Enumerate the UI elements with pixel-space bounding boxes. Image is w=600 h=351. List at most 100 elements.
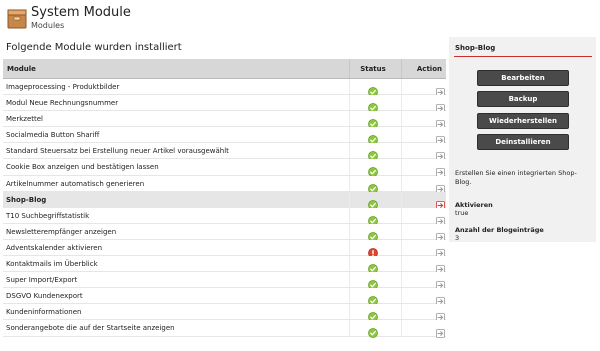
check-circle-icon <box>368 227 378 242</box>
table-row[interactable]: Newsletterempfänger anzeigen <box>3 223 446 242</box>
module-name: Shop-Blog <box>6 195 47 204</box>
module-name: Merkzettel <box>6 115 43 124</box>
arrow-right-icon[interactable] <box>436 130 445 146</box>
table-row[interactable]: Standard Steuersatz bei Erstellung neuer… <box>3 143 446 162</box>
arrow-right-icon[interactable] <box>436 323 445 339</box>
column-divider <box>349 191 350 207</box>
arrow-right-icon[interactable] <box>436 227 445 242</box>
arrow-right-icon[interactable] <box>436 259 445 274</box>
column-divider <box>401 159 402 175</box>
column-divider <box>349 320 350 336</box>
table-row[interactable]: Sonderangebote die auf der Startseite an… <box>3 320 446 339</box>
check-circle-icon <box>368 307 378 323</box>
arrow-right-icon[interactable] <box>436 98 445 113</box>
restore-button[interactable]: Wiederherstellen <box>477 113 569 129</box>
exclamation-circle-icon <box>368 243 378 258</box>
column-divider <box>401 79 402 95</box>
module-name: Sonderangebote die auf der Startseite an… <box>6 324 175 333</box>
table-row[interactable]: Adventskalender aktivieren <box>3 239 446 258</box>
table-row[interactable]: Kundeninformationen <box>3 304 446 323</box>
arrow-right-icon[interactable] <box>436 291 445 307</box>
column-divider <box>401 111 402 127</box>
arrow-right-icon[interactable] <box>436 275 445 291</box>
module-name: Artikelnummer automatisch generieren <box>6 179 145 188</box>
arrow-right-icon[interactable] <box>436 307 445 323</box>
column-divider <box>401 320 402 336</box>
check-circle-icon <box>368 259 378 274</box>
check-circle-icon <box>368 275 378 291</box>
check-circle-icon <box>368 211 378 226</box>
column-divider <box>401 143 402 159</box>
module-name: Kontaktmails im Überblick <box>6 260 98 269</box>
column-divider <box>401 256 402 272</box>
column-divider <box>349 272 350 288</box>
module-name: DSGVO Kundenexport <box>6 292 83 301</box>
column-divider <box>349 143 350 159</box>
edit-button[interactable]: Bearbeiten <box>477 70 569 86</box>
column-divider <box>349 127 350 143</box>
arrow-right-icon[interactable] <box>436 179 445 194</box>
column-divider <box>401 207 402 223</box>
table-row[interactable]: Merkzettel <box>3 111 446 130</box>
column-divider <box>401 288 402 304</box>
property-value-blog-count: 3 <box>455 234 460 242</box>
column-divider <box>349 79 350 95</box>
column-divider <box>349 223 350 239</box>
column-divider <box>401 272 402 288</box>
arrow-right-icon[interactable] <box>436 162 445 178</box>
module-name: Socialmedia Button Shariff <box>6 131 100 140</box>
page-title: System Module <box>31 5 131 20</box>
panel-title: Shop-Blog <box>455 44 496 52</box>
table-row[interactable]: Cookie Box anzeigen und bestätigen lasse… <box>3 159 446 178</box>
table-row[interactable]: Kontaktmails im Überblick <box>3 256 446 274</box>
column-header-action: Action <box>416 65 442 73</box>
column-divider <box>349 95 350 111</box>
column-divider <box>401 175 402 191</box>
column-divider <box>401 191 402 207</box>
column-divider <box>401 95 402 111</box>
check-circle-icon <box>368 98 378 113</box>
page-subtitle: Modules <box>31 21 65 30</box>
table-row[interactable]: T10 Suchbegriffstatistik <box>3 207 446 226</box>
uninstall-button[interactable]: Deinstallieren <box>477 134 569 150</box>
column-divider <box>349 239 350 256</box>
check-circle-icon <box>368 130 378 146</box>
module-name: Kundeninformationen <box>6 308 82 317</box>
check-circle-icon <box>368 291 378 307</box>
table-row[interactable]: Imageprocessing - Produktbilder <box>3 79 446 97</box>
check-circle-icon <box>368 114 378 130</box>
check-circle-icon <box>368 82 378 97</box>
table-row[interactable]: Socialmedia Button Shariff <box>3 127 446 146</box>
column-divider <box>349 207 350 223</box>
column-divider <box>401 127 402 143</box>
check-circle-icon <box>368 146 378 162</box>
column-divider <box>349 288 350 304</box>
module-name: T10 Suchbegriffstatistik <box>6 211 90 220</box>
module-name: Super Import/Export <box>6 276 78 285</box>
arrow-right-icon[interactable] <box>436 243 445 258</box>
table-body: Imageprocessing - Produktbilder Modul Neu… <box>3 79 446 339</box>
table-row[interactable]: Super Import/Export <box>3 272 446 291</box>
module-name: Adventskalender aktivieren <box>6 243 103 252</box>
arrow-right-icon[interactable] <box>436 114 445 130</box>
column-divider <box>349 111 350 127</box>
module-name: Modul Neue Rechnungsnummer <box>6 99 119 108</box>
module-name: Imageprocessing - Produktbilder <box>6 83 120 91</box>
column-divider <box>401 239 402 256</box>
table-row[interactable]: Modul Neue Rechnungsnummer <box>3 95 446 113</box>
arrow-right-icon[interactable] <box>436 195 445 210</box>
arrow-right-icon[interactable] <box>436 211 445 226</box>
arrow-right-icon[interactable] <box>436 146 445 162</box>
table-row[interactable]: Shop-Blog <box>3 191 446 210</box>
arrow-right-icon[interactable] <box>436 82 445 97</box>
check-circle-icon <box>368 179 378 194</box>
column-divider <box>349 159 350 175</box>
backup-button[interactable]: Backup <box>477 91 569 107</box>
table-row[interactable]: Artikelnummer automatisch generieren <box>3 175 446 194</box>
modules-section: Folgende Module wurden installiert Modul… <box>3 37 446 351</box>
column-divider <box>401 223 402 239</box>
module-name: Cookie Box anzeigen und bestätigen lasse… <box>6 163 159 172</box>
box-icon <box>7 9 27 29</box>
table-row[interactable]: DSGVO Kundenexport <box>3 288 446 307</box>
module-name: Newsletterempfänger anzeigen <box>6 227 117 236</box>
